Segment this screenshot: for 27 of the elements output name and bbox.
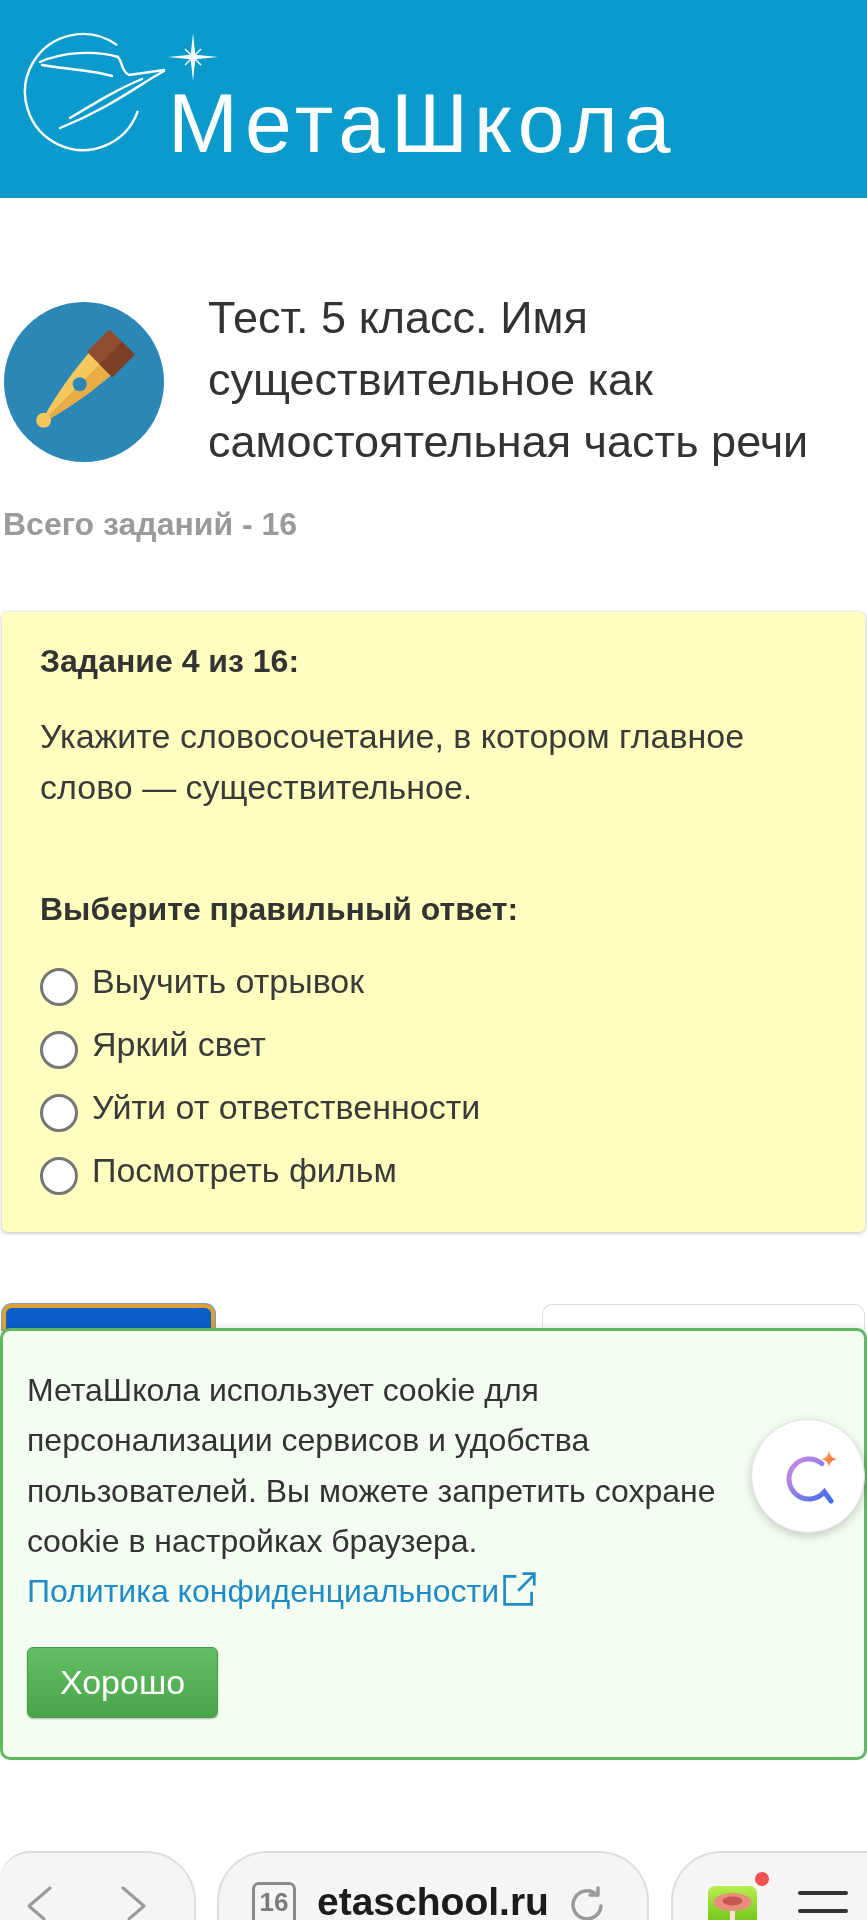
privacy-policy-link[interactable]: Политика конфиденциальности [27,1573,538,1610]
mushroom-icon[interactable] [708,1886,757,1920]
outline-button[interactable] [542,1304,865,1330]
radio-button[interactable] [40,1093,78,1132]
option-label[interactable]: Выучить отрывок [92,960,365,1001]
radio-button[interactable] [40,1156,78,1195]
url-text: etaschool.ru [317,1883,549,1919]
address-bar[interactable]: 16 etaschool.ru [217,1851,649,1920]
external-link-icon [501,1571,538,1608]
notification-dot-icon [755,1872,769,1886]
tab-count-button[interactable]: 16 [252,1882,296,1920]
radio-button[interactable] [40,1030,78,1069]
answer-prompt: Выберите правильный ответ: [40,890,520,929]
task-heading: Задание 4 из 16: [40,642,301,681]
chevron-left-icon[interactable] [25,1886,53,1920]
question-text: Укажите словосочетание, в котором главное слово — существительное. [40,716,746,808]
pen-nib-icon [4,302,164,462]
radio-button[interactable] [40,967,78,1006]
menu-icon[interactable] [798,1891,848,1913]
option-label[interactable]: Яркий свет [92,1023,266,1064]
filled-button[interactable] [2,1304,215,1330]
chevron-right-icon[interactable] [120,1886,148,1920]
option-label[interactable]: Посмотреть фильм [92,1149,397,1190]
task-count: Всего заданий - 16 [3,505,299,544]
test-title: Тест. 5 класс. Имя существительное как самостоятельная часть речи [208,291,810,469]
option-label[interactable]: Уйти от ответственности [92,1086,481,1127]
cookie-notice-text: МетаШкола использует cookie для персонализации сервисов и удобства пользователей. Вы можете запретить сохране cookie в настройках браузера. Политика конфиденциальности [27,1371,717,1612]
